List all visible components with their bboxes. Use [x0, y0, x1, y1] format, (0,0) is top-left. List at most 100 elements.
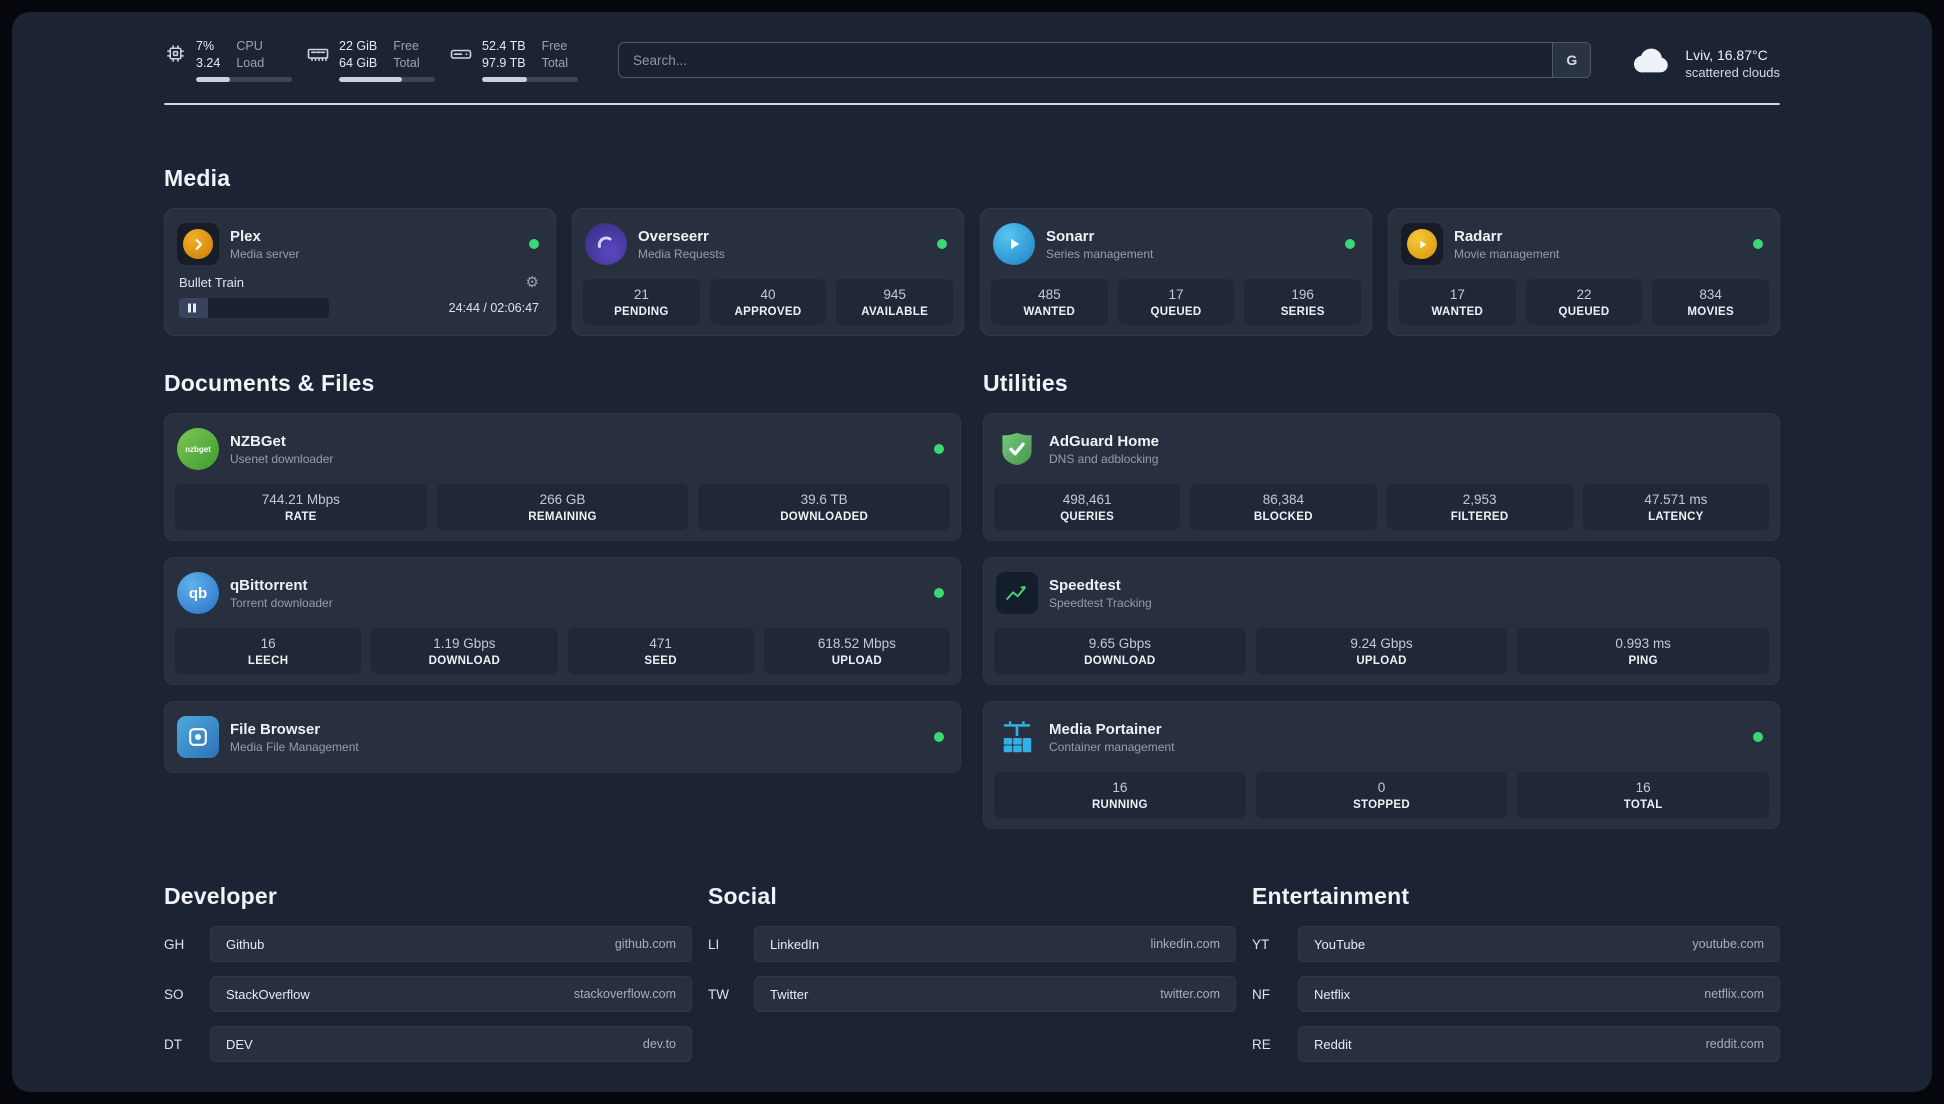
search-engine-button[interactable]: G — [1552, 43, 1591, 77]
memory-free-value: 22 GiB — [339, 39, 378, 53]
cpu-widget: 7% 3.24 CPU Load — [164, 38, 292, 82]
bookmark-stackoverflow: SO StackOverflow stackoverflow.com — [164, 976, 692, 1012]
bookmark-linkedin: LI LinkedIn linkedin.com — [708, 926, 1236, 962]
cpu-icon — [164, 42, 187, 65]
now-playing-title: Bullet Train — [179, 275, 245, 290]
bookmark-link-dev[interactable]: DEV dev.to — [210, 1026, 692, 1062]
bookmark-abbr: RE — [1252, 1036, 1271, 1052]
stat-tile-total: 16 TOTAL — [1517, 772, 1770, 818]
stat-tile-rate: 744.21 Mbps RATE — [175, 484, 427, 530]
cpu-usage-bar — [196, 76, 292, 82]
section-media: Media Plex Media server Bullet Train ⚙ 2… — [164, 165, 1780, 336]
stat-tile-stopped: 0 STOPPED — [1255, 772, 1508, 818]
card-sonarr[interactable]: Sonarr Series management 485 WANTED 17 QUE… — [980, 208, 1372, 336]
playback-progress-bar[interactable] — [179, 298, 329, 318]
utilities-section-title: Utilities — [983, 370, 1068, 396]
developer-section-title: Developer — [164, 883, 278, 909]
stat-tile-leech: 16 LEECH — [175, 628, 362, 674]
stat-tile-download: 1.19 Gbps DOWNLOAD — [371, 628, 558, 674]
bookmark-link-youtube[interactable]: YouTube youtube.com — [1298, 926, 1780, 962]
status-dot — [1345, 239, 1355, 249]
stat-tile-wanted: 17 WANTED — [1399, 279, 1516, 325]
overseerr-icon — [585, 223, 627, 265]
entertainment-section-title: Entertainment — [1252, 883, 1410, 909]
bookmark-abbr: GH — [164, 936, 185, 952]
card-speedtest[interactable]: Speedtest Speedtest Tracking 9.65 Gbps DO… — [983, 557, 1780, 685]
search-bar: G — [618, 42, 1592, 78]
cpu-percent: 7% — [196, 39, 215, 53]
disk-usage-bar — [482, 76, 578, 82]
app-subtitle: DNS and adblocking — [1049, 451, 1159, 466]
card-nzbget[interactable]: nzbget NZBGet Usenet downloader 744.21 M… — [164, 413, 961, 541]
bookmark-youtube: YT YouTube youtube.com — [1252, 926, 1780, 962]
nzbget-icon: nzbget — [177, 428, 219, 470]
bookmark-link-reddit[interactable]: Reddit reddit.com — [1298, 1026, 1780, 1062]
card-adguard-home[interactable]: AdGuard Home DNS and adblocking 498,461 Q… — [983, 413, 1780, 541]
bookmark-link-netflix[interactable]: Netflix netflix.com — [1298, 976, 1780, 1012]
cpu-load-label: Load — [236, 55, 265, 70]
app-subtitle: Media File Management — [230, 739, 359, 754]
card-plex[interactable]: Plex Media server Bullet Train ⚙ 24:44 /… — [164, 208, 556, 336]
search-input[interactable] — [619, 43, 1553, 77]
bookmark-link-github[interactable]: Github github.com — [210, 926, 692, 962]
app-title: AdGuard Home — [1049, 432, 1160, 450]
cpu-label: CPU — [236, 39, 263, 53]
social-section-title: Social — [708, 883, 777, 909]
section-developer: Developer GH Github github.com SO StackO… — [164, 883, 692, 1076]
bookmark-link-linkedin[interactable]: LinkedIn linkedin.com — [754, 926, 1236, 962]
cpu-load-value: 3.24 — [196, 55, 221, 70]
app-subtitle: Media server — [230, 246, 300, 261]
app-subtitle: Movie management — [1454, 246, 1560, 261]
pause-button[interactable] — [188, 303, 196, 313]
playback-time: 24:44 / 02:06:47 — [448, 301, 539, 315]
memory-total-value: 64 GiB — [339, 55, 378, 70]
bookmark-dev: DT DEV dev.to — [164, 1026, 692, 1062]
bookmark-netflix: NF Netflix netflix.com — [1252, 976, 1780, 1012]
stat-tile-queued: 17 QUEUED — [1117, 279, 1235, 325]
disk-total-label: Total — [541, 55, 568, 70]
disk-free-label: Free — [541, 39, 568, 53]
section-utilities: Utilities AdGuard Home DNS and adblockin… — [983, 370, 1780, 829]
app-title: Plex — [230, 227, 261, 245]
section-social: Social LI LinkedIn linkedin.com TW Twitt… — [708, 883, 1236, 1026]
stat-tile-upload: 618.52 Mbps UPLOAD — [763, 628, 950, 674]
card-portainer[interactable]: Media Portainer Container management 16 R… — [983, 701, 1780, 829]
speedtest-icon — [996, 572, 1038, 614]
stat-tile-remaining: 266 GB REMAINING — [436, 484, 689, 530]
qbittorrent-icon: qb — [177, 572, 219, 614]
sonarr-icon — [993, 223, 1035, 265]
gear-icon[interactable]: ⚙ — [526, 275, 539, 290]
portainer-icon — [996, 716, 1038, 758]
media-section-title: Media — [164, 165, 231, 191]
bookmark-abbr: DT — [164, 1036, 182, 1052]
bookmark-github: GH Github github.com — [164, 926, 692, 962]
card-radarr[interactable]: Radarr Movie management 17 WANTED 22 QUEUE… — [1388, 208, 1780, 336]
bookmark-link-twitter[interactable]: Twitter twitter.com — [754, 976, 1236, 1012]
stat-tile-queries: 498,461 QUERIES — [994, 484, 1181, 530]
dashboard: 7% 3.24 CPU Load 22 GiB 64 GiB Free Tota… — [12, 12, 1932, 1092]
radarr-icon — [1401, 223, 1443, 265]
app-title: Radarr — [1454, 227, 1503, 245]
status-dot — [934, 732, 944, 742]
card-file-browser[interactable]: File Browser Media File Management — [164, 701, 961, 773]
disk-icon — [449, 42, 473, 66]
app-title: Speedtest — [1049, 576, 1121, 594]
bookmark-abbr: SO — [164, 986, 184, 1002]
disk-widget: 52.4 TB 97.9 TB Free Total — [449, 38, 578, 82]
bookmark-link-stackoverflow[interactable]: StackOverflow stackoverflow.com — [210, 976, 692, 1012]
adguard-icon — [996, 428, 1038, 470]
app-subtitle: Media Requests — [638, 246, 725, 261]
stat-tile-wanted: 485 WANTED — [991, 279, 1108, 325]
stat-tile-running: 16 RUNNING — [994, 772, 1246, 818]
stat-tile-available: 945 AVAILABLE — [836, 279, 954, 325]
app-title: Media Portainer — [1049, 720, 1162, 738]
card-overseerr[interactable]: Overseerr Media Requests 21 PENDING 40 APP… — [572, 208, 964, 336]
card-qbittorrent[interactable]: qb qBittorrent Torrent downloader 16 LEEC… — [164, 557, 961, 685]
bookmark-twitter: TW Twitter twitter.com — [708, 976, 1236, 1012]
app-subtitle: Torrent downloader — [230, 595, 333, 610]
app-title: Overseerr — [638, 227, 709, 245]
stat-tile-pending: 21 PENDING — [583, 279, 700, 325]
app-subtitle: Series management — [1046, 246, 1154, 261]
status-dot — [934, 444, 944, 454]
divider — [164, 103, 1780, 105]
